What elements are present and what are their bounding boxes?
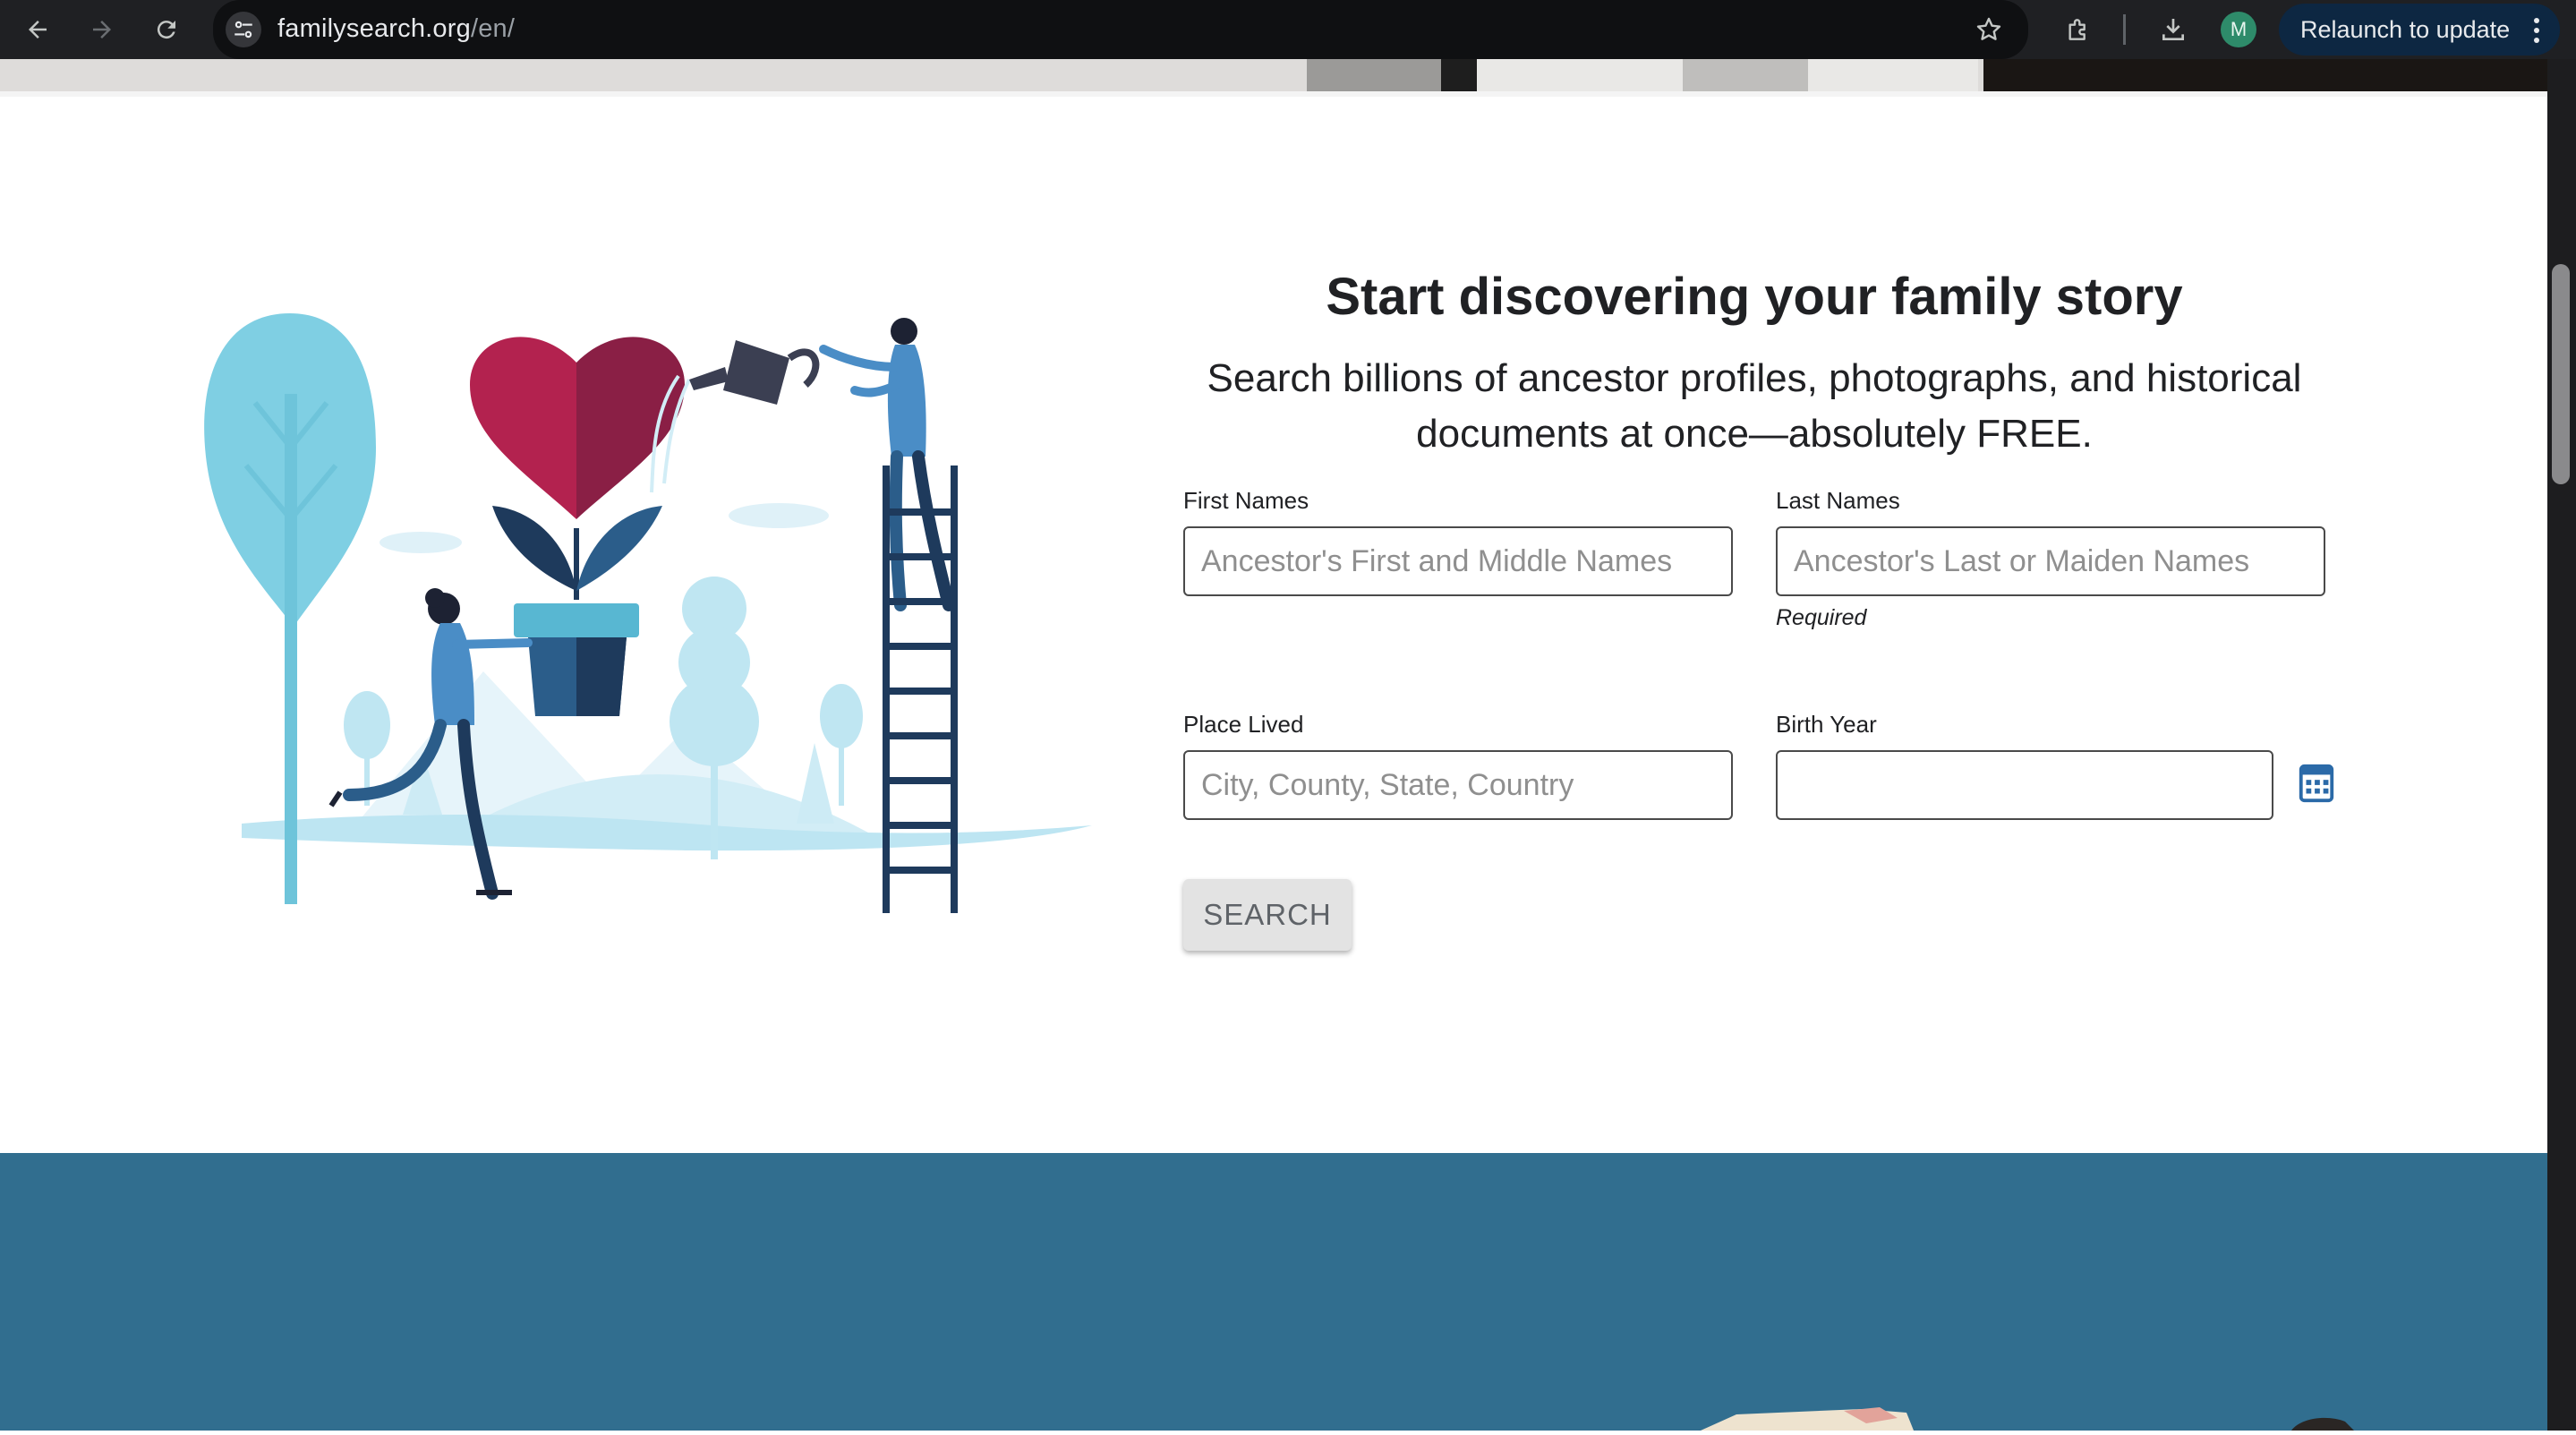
place-lived-label: Place Lived — [1183, 711, 1304, 738]
url-text[interactable]: familysearch.org/en/ — [277, 14, 515, 44]
site-info-button[interactable] — [226, 12, 261, 47]
hero-image-strip — [0, 59, 2547, 97]
feature-band — [0, 1153, 2547, 1431]
relaunch-button[interactable]: Relaunch to update — [2279, 4, 2560, 56]
subtitle-line-1: Search billions of ancestor profiles, ph… — [1207, 356, 2302, 400]
forward-arrow-icon — [93, 21, 111, 38]
relaunch-label: Relaunch to update — [2300, 16, 2511, 43]
url-path: /en/ — [470, 14, 516, 43]
calendar-icon[interactable] — [2297, 763, 2336, 804]
reload-icon — [157, 21, 175, 39]
family-tree-illustration — [204, 313, 1092, 913]
last-names-required-hint: Required — [1776, 605, 1867, 630]
browser-toolbar: familysearch.org/en/ M Relaunch to updat… — [0, 0, 2576, 59]
bookmark-button[interactable] — [1969, 10, 2009, 49]
birth-year-input[interactable] — [1776, 750, 2273, 820]
birth-year-label: Birth Year — [1776, 711, 1877, 738]
downloads-button[interactable] — [2154, 10, 2193, 49]
reload-button[interactable] — [147, 10, 186, 49]
url-host: familysearch.org — [277, 14, 471, 43]
extensions-button[interactable] — [2059, 10, 2098, 49]
page-subtitle: Search billions of ancestor profiles, ph… — [1183, 351, 2325, 462]
profile-avatar[interactable]: M — [2221, 12, 2256, 47]
page-headline: Start discovering your family story — [1326, 268, 2183, 326]
place-lived-input[interactable] — [1183, 750, 1733, 820]
more-icon — [2534, 18, 2539, 43]
last-names-input[interactable] — [1776, 526, 2325, 596]
toolbar-divider — [2123, 14, 2126, 45]
extensions-icon — [2068, 19, 2086, 40]
scrollbar-thumb[interactable] — [2552, 264, 2570, 484]
site-info-icon — [235, 21, 252, 38]
subtitle-line-2: documents at once—absolutely FREE. — [1416, 412, 2093, 456]
back-arrow-icon — [29, 21, 47, 38]
download-icon — [2162, 19, 2184, 40]
first-names-input[interactable] — [1183, 526, 1733, 596]
first-names-label: First Names — [1183, 487, 1309, 514]
search-button[interactable]: SEARCH — [1183, 879, 1352, 951]
star-icon — [1976, 17, 2001, 40]
last-names-label: Last Names — [1776, 487, 1900, 514]
back-button[interactable] — [18, 10, 57, 49]
forward-button[interactable] — [82, 10, 122, 49]
